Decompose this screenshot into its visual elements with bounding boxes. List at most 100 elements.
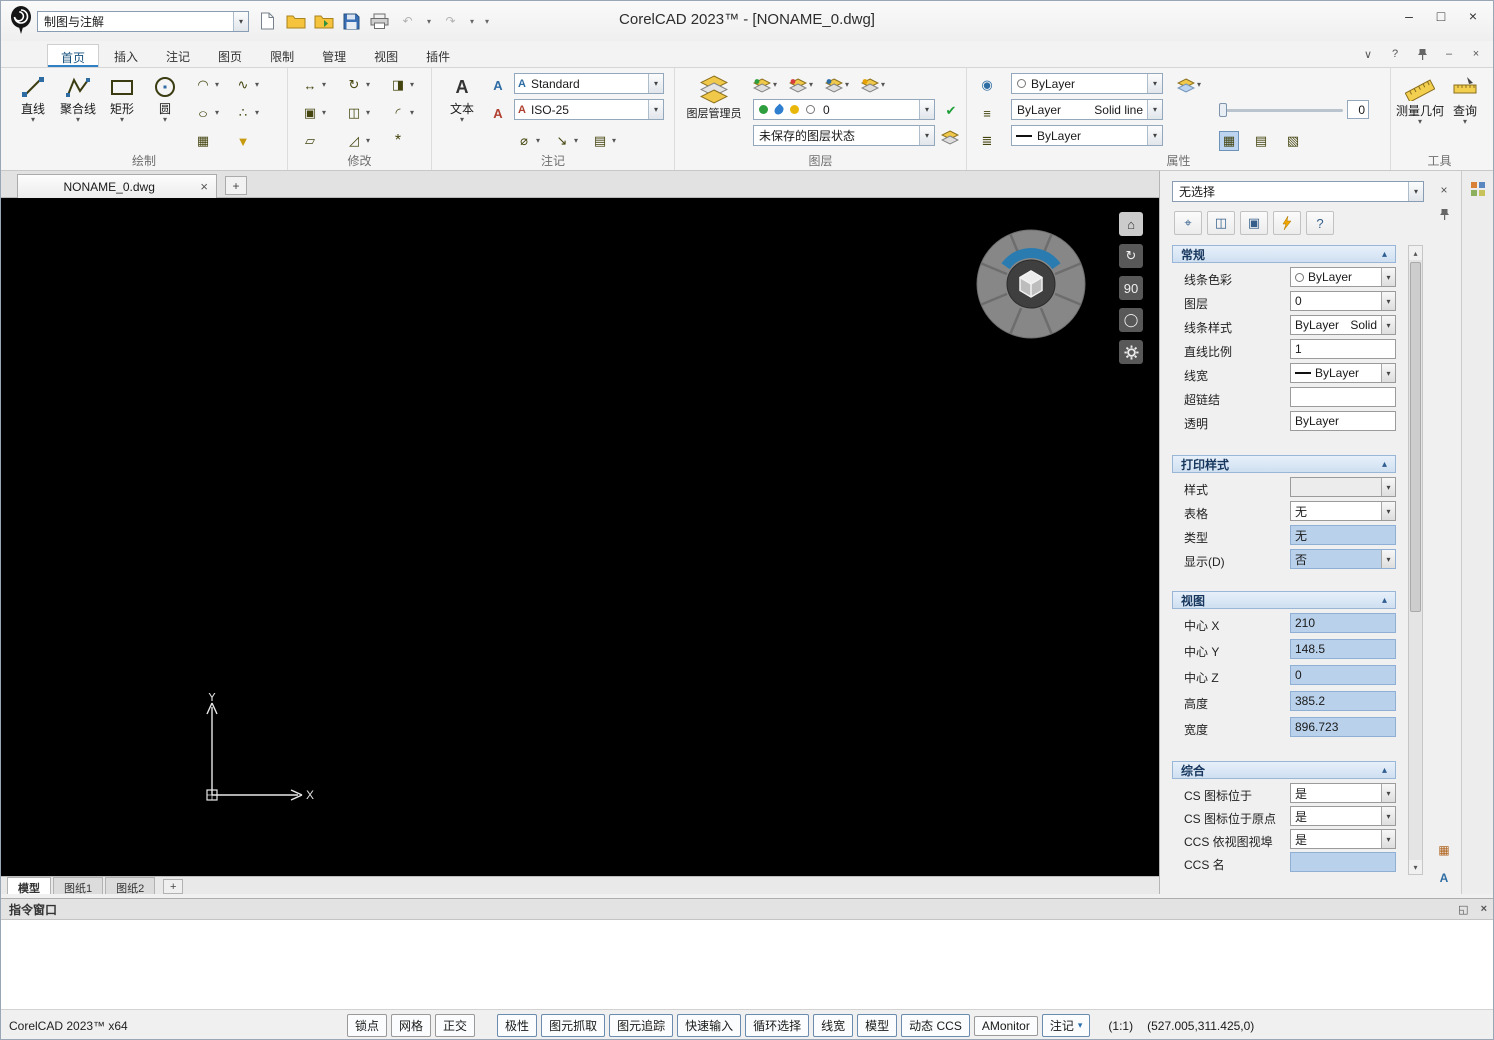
tab-home[interactable]: 首页: [47, 44, 99, 67]
quick-properties-button[interactable]: ▤: [1251, 129, 1271, 153]
properties-scrollbar[interactable]: [1408, 245, 1423, 875]
ribbon-collapse-icon[interactable]: [1359, 45, 1377, 63]
text-style-select[interactable]: A Standard: [514, 73, 664, 94]
ribbon-minimize-icon[interactable]: [1440, 45, 1458, 63]
line-style-select[interactable]: ByLayerSolid: [1290, 315, 1396, 335]
customize-toolbar-dropdown-icon[interactable]: [481, 9, 493, 33]
lineweight-toggle[interactable]: 线宽: [813, 1014, 853, 1037]
set-layer-current-button[interactable]: [941, 99, 961, 123]
new-document-button[interactable]: [255, 9, 280, 33]
dimension-style-button[interactable]: A: [488, 101, 508, 125]
undo-button[interactable]: [395, 9, 420, 33]
dimension-tool-button[interactable]: ⌀: [514, 129, 540, 153]
print-button[interactable]: [367, 9, 392, 33]
polygon-tool-button[interactable]: ▼: [233, 129, 253, 153]
tab-sheet1[interactable]: 图纸1: [53, 877, 103, 894]
chevron-down-icon[interactable]: [31, 116, 35, 124]
ccs-viewport-select[interactable]: 是: [1290, 829, 1396, 849]
hyperlink-field[interactable]: [1290, 387, 1396, 407]
arc-tool-button[interactable]: ◠: [193, 73, 219, 97]
mirror-tool-button[interactable]: ◫: [344, 101, 370, 125]
close-tab-icon[interactable]: [200, 179, 208, 194]
print-display-select[interactable]: 否: [1290, 549, 1396, 569]
tab-sheet2[interactable]: 图纸2: [105, 877, 155, 894]
section-header-general[interactable]: 常规: [1172, 245, 1396, 263]
model-toggle[interactable]: 模型: [857, 1014, 897, 1037]
collapse-icon[interactable]: [1382, 595, 1387, 606]
palette-text-button[interactable]: A: [1432, 867, 1456, 889]
minimize-button[interactable]: [1393, 3, 1425, 29]
close-window-icon[interactable]: [1481, 903, 1487, 916]
command-input-area[interactable]: [1, 920, 1494, 1009]
cycle-select-toggle[interactable]: 循环选择: [745, 1014, 809, 1037]
navigation-wheel[interactable]: [973, 226, 1089, 342]
center-z-field[interactable]: 0: [1290, 665, 1396, 685]
new-document-tab-button[interactable]: [225, 176, 247, 195]
document-tab[interactable]: NONAME_0.dwg: [17, 174, 217, 198]
explode-tool-button[interactable]: *: [388, 129, 408, 153]
command-window-titlebar[interactable]: 指令窗口: [1, 899, 1494, 920]
polar-toggle[interactable]: 极性: [497, 1014, 537, 1037]
home-view-button[interactable]: [1119, 212, 1143, 236]
esnap-toggle[interactable]: 图元抓取: [541, 1014, 605, 1037]
view-height-field[interactable]: 385.2: [1290, 691, 1396, 711]
lineweight-select[interactable]: ByLayer: [1290, 363, 1396, 383]
redo-dropdown-icon[interactable]: [466, 9, 478, 33]
collapse-icon[interactable]: [1382, 249, 1387, 260]
lineweight-select[interactable]: ByLayer: [1011, 125, 1163, 146]
transparency-field[interactable]: ByLayer: [1290, 411, 1396, 431]
import-file-button[interactable]: [311, 9, 336, 33]
ribbon-close-icon[interactable]: [1467, 45, 1485, 63]
open-file-button[interactable]: [283, 9, 308, 33]
layer-select[interactable]: 0: [1290, 291, 1396, 311]
leader-tool-button[interactable]: ↘: [552, 129, 578, 153]
ortho-toggle[interactable]: 正交: [435, 1014, 475, 1037]
tab-annotate[interactable]: 注记: [153, 44, 203, 67]
table-tool-button[interactable]: ▤: [590, 129, 616, 153]
inquiry-button[interactable]: 查询: [1447, 70, 1483, 154]
close-button[interactable]: [1457, 3, 1489, 29]
line-color-select[interactable]: ByLayer: [1290, 267, 1396, 287]
center-y-field[interactable]: 148.5: [1290, 639, 1396, 659]
select-window-button[interactable]: ▣: [1240, 211, 1268, 235]
erase-tool-button[interactable]: ▱: [300, 129, 320, 153]
rotate-angle-button[interactable]: 90: [1119, 276, 1143, 300]
view-settings-button[interactable]: [1119, 340, 1143, 364]
chevron-down-icon[interactable]: [1418, 118, 1422, 126]
etrack-toggle[interactable]: 图元追踪: [609, 1014, 673, 1037]
hatch-tool-button[interactable]: ▦: [193, 129, 213, 153]
orbit-button[interactable]: [1119, 308, 1143, 332]
center-x-field[interactable]: 210: [1290, 613, 1396, 633]
new-sheet-button[interactable]: [163, 879, 183, 894]
chevron-down-icon[interactable]: [460, 116, 464, 124]
cs-icon-select[interactable]: 是: [1290, 783, 1396, 803]
workspace-selector[interactable]: 制图与注解: [37, 11, 249, 32]
palette-tab-icon[interactable]: [1470, 181, 1486, 200]
copy-tool-button[interactable]: ▣: [300, 101, 326, 125]
measure-geometry-button[interactable]: 测量几何: [1395, 70, 1445, 154]
layer-state-manager-button[interactable]: [941, 125, 959, 149]
chevron-down-icon[interactable]: [76, 116, 80, 124]
scroll-up-button[interactable]: [1409, 246, 1422, 260]
text-tool-button[interactable]: A 文本: [442, 70, 482, 154]
linetype-scale-field[interactable]: 1: [1290, 339, 1396, 359]
spline-tool-button[interactable]: ∿: [233, 73, 259, 97]
text-style-button[interactable]: A: [488, 73, 508, 97]
collapse-icon[interactable]: [1382, 459, 1387, 470]
help-icon[interactable]: [1386, 45, 1404, 63]
scrollbar-thumb[interactable]: [1410, 262, 1421, 612]
chevron-down-icon[interactable]: [1463, 118, 1467, 126]
lineweight-tool-icon[interactable]: ≣: [977, 129, 997, 153]
select-add-button[interactable]: ◫: [1207, 211, 1235, 235]
slider-handle[interactable]: [1219, 103, 1227, 117]
dimension-style-select[interactable]: A ISO-25: [514, 99, 664, 120]
grid-toggle[interactable]: 网格: [391, 1014, 431, 1037]
rectangle-tool-button[interactable]: 矩形: [102, 70, 142, 154]
cs-origin-select[interactable]: 是: [1290, 806, 1396, 826]
print-table-select[interactable]: 无: [1290, 501, 1396, 521]
redo-button[interactable]: [438, 9, 463, 33]
float-window-icon[interactable]: [1458, 903, 1468, 916]
move-tool-button[interactable]: ↔: [300, 73, 326, 97]
palette-grid-button[interactable]: ▦: [1432, 839, 1456, 861]
section-header-print-style[interactable]: 打印样式: [1172, 455, 1396, 473]
